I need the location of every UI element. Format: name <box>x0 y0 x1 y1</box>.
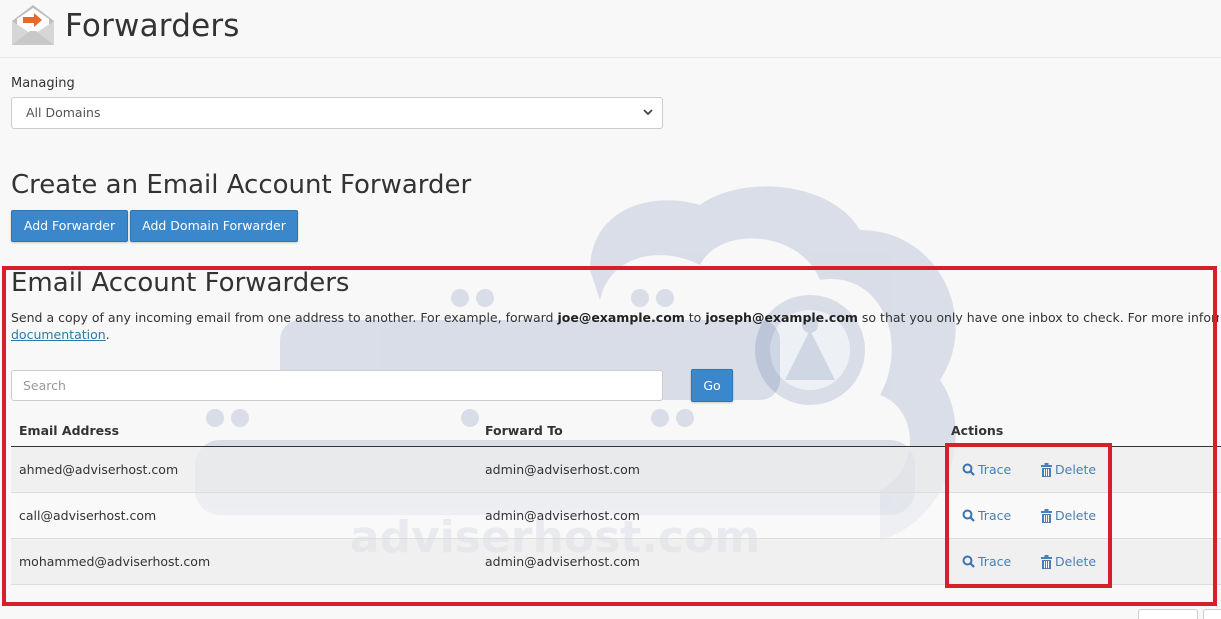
page-header: Forwarders <box>0 0 1221 58</box>
chevron-down-icon <box>643 109 653 116</box>
highlight-box-actions <box>945 443 1112 588</box>
domain-select-value: All Domains <box>26 105 101 120</box>
email-forward-icon <box>12 5 54 45</box>
managing-label: Managing <box>11 76 75 91</box>
create-forwarder-heading: Create an Email Account Forwarder <box>11 170 472 200</box>
domain-select[interactable]: All Domains <box>11 97 663 129</box>
pagination-control[interactable] <box>1203 609 1221 619</box>
add-forwarder-button[interactable]: Add Forwarder <box>11 210 128 242</box>
add-domain-forwarder-button[interactable]: Add Domain Forwarder <box>130 210 298 242</box>
page-size-select[interactable] <box>1138 609 1198 619</box>
page-title: Forwarders <box>65 8 240 44</box>
